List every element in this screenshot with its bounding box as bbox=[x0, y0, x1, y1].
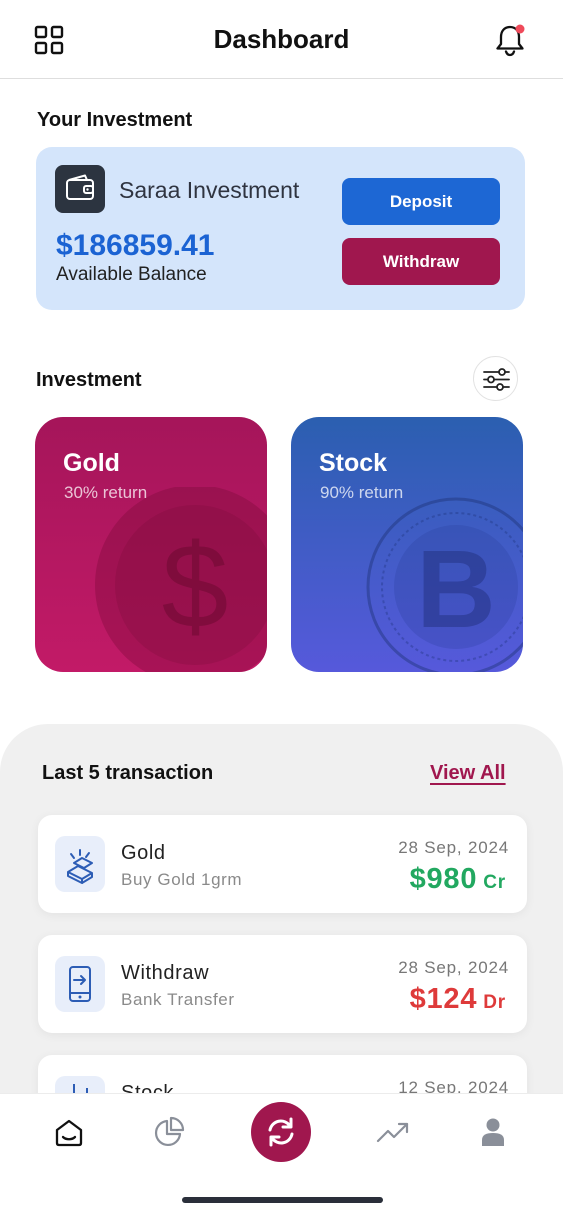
filter-button[interactable] bbox=[473, 356, 518, 401]
transaction-description: Buy Gold 1grm bbox=[121, 870, 243, 889]
investment-heading: Investment bbox=[36, 369, 142, 391]
transaction-date: 28 Sep, 2024 bbox=[398, 958, 509, 977]
notification-bell-icon[interactable] bbox=[493, 22, 529, 58]
transaction-date: 28 Sep, 2024 bbox=[398, 838, 509, 857]
bottom-navigation bbox=[0, 1093, 563, 1218]
transaction-amount: $124 Dr bbox=[409, 983, 506, 1015]
balance-card: Saraa Investment $186859.41 Available Ba… bbox=[36, 147, 525, 310]
refresh-icon bbox=[268, 1117, 294, 1147]
gold-card-title: Gold bbox=[63, 449, 120, 477]
pie-chart-icon[interactable] bbox=[151, 1114, 187, 1150]
home-indicator bbox=[182, 1197, 383, 1203]
withdraw-button[interactable]: Withdraw bbox=[342, 238, 500, 285]
deposit-button[interactable]: Deposit bbox=[342, 178, 500, 225]
svg-text:$: $ bbox=[162, 519, 229, 653]
balance-label: Available Balance bbox=[56, 264, 207, 285]
trending-up-icon[interactable] bbox=[375, 1114, 411, 1150]
transaction-row[interactable]: Gold Buy Gold 1grm 28 Sep, 2024 $980 Cr bbox=[38, 815, 527, 913]
exchange-button[interactable] bbox=[251, 1102, 311, 1162]
app-header: Dashboard bbox=[0, 0, 563, 79]
transaction-row[interactable]: Withdraw Bank Transfer 28 Sep, 2024 $124… bbox=[38, 935, 527, 1033]
dollar-coin-icon: $ bbox=[95, 487, 267, 672]
transaction-name: Withdraw bbox=[121, 962, 210, 984]
balance-amount: $186859.41 bbox=[56, 229, 215, 262]
home-icon[interactable] bbox=[51, 1114, 87, 1150]
gold-card-return: 30% return bbox=[64, 483, 148, 502]
svg-text:B: B bbox=[416, 528, 495, 651]
view-all-link[interactable]: View All bbox=[430, 762, 506, 785]
sliders-icon bbox=[483, 368, 510, 391]
stock-card-title: Stock bbox=[319, 449, 388, 477]
transaction-amount: $980 Cr bbox=[409, 863, 506, 895]
bitcoin-coin-icon: B bbox=[366, 497, 523, 672]
page-title: Dashboard bbox=[213, 24, 350, 54]
stock-card-return: 90% return bbox=[320, 483, 404, 502]
profile-icon[interactable] bbox=[475, 1114, 511, 1150]
gold-bars-icon bbox=[55, 836, 105, 892]
wallet-icon bbox=[55, 165, 105, 213]
credit-label: Cr bbox=[483, 872, 506, 893]
mobile-transfer-icon bbox=[55, 956, 105, 1012]
transactions-heading: Last 5 transaction bbox=[42, 762, 214, 784]
debit-label: Dr bbox=[483, 992, 506, 1013]
account-name: Saraa Investment bbox=[119, 177, 300, 203]
transaction-description: Bank Transfer bbox=[121, 990, 235, 1009]
your-investment-heading: Your Investment bbox=[37, 109, 193, 131]
stock-investment-card[interactable]: B Stock 90% return bbox=[291, 417, 523, 672]
transaction-name: Gold bbox=[121, 842, 166, 864]
gold-investment-card[interactable]: $ Gold 30% return bbox=[35, 417, 267, 672]
